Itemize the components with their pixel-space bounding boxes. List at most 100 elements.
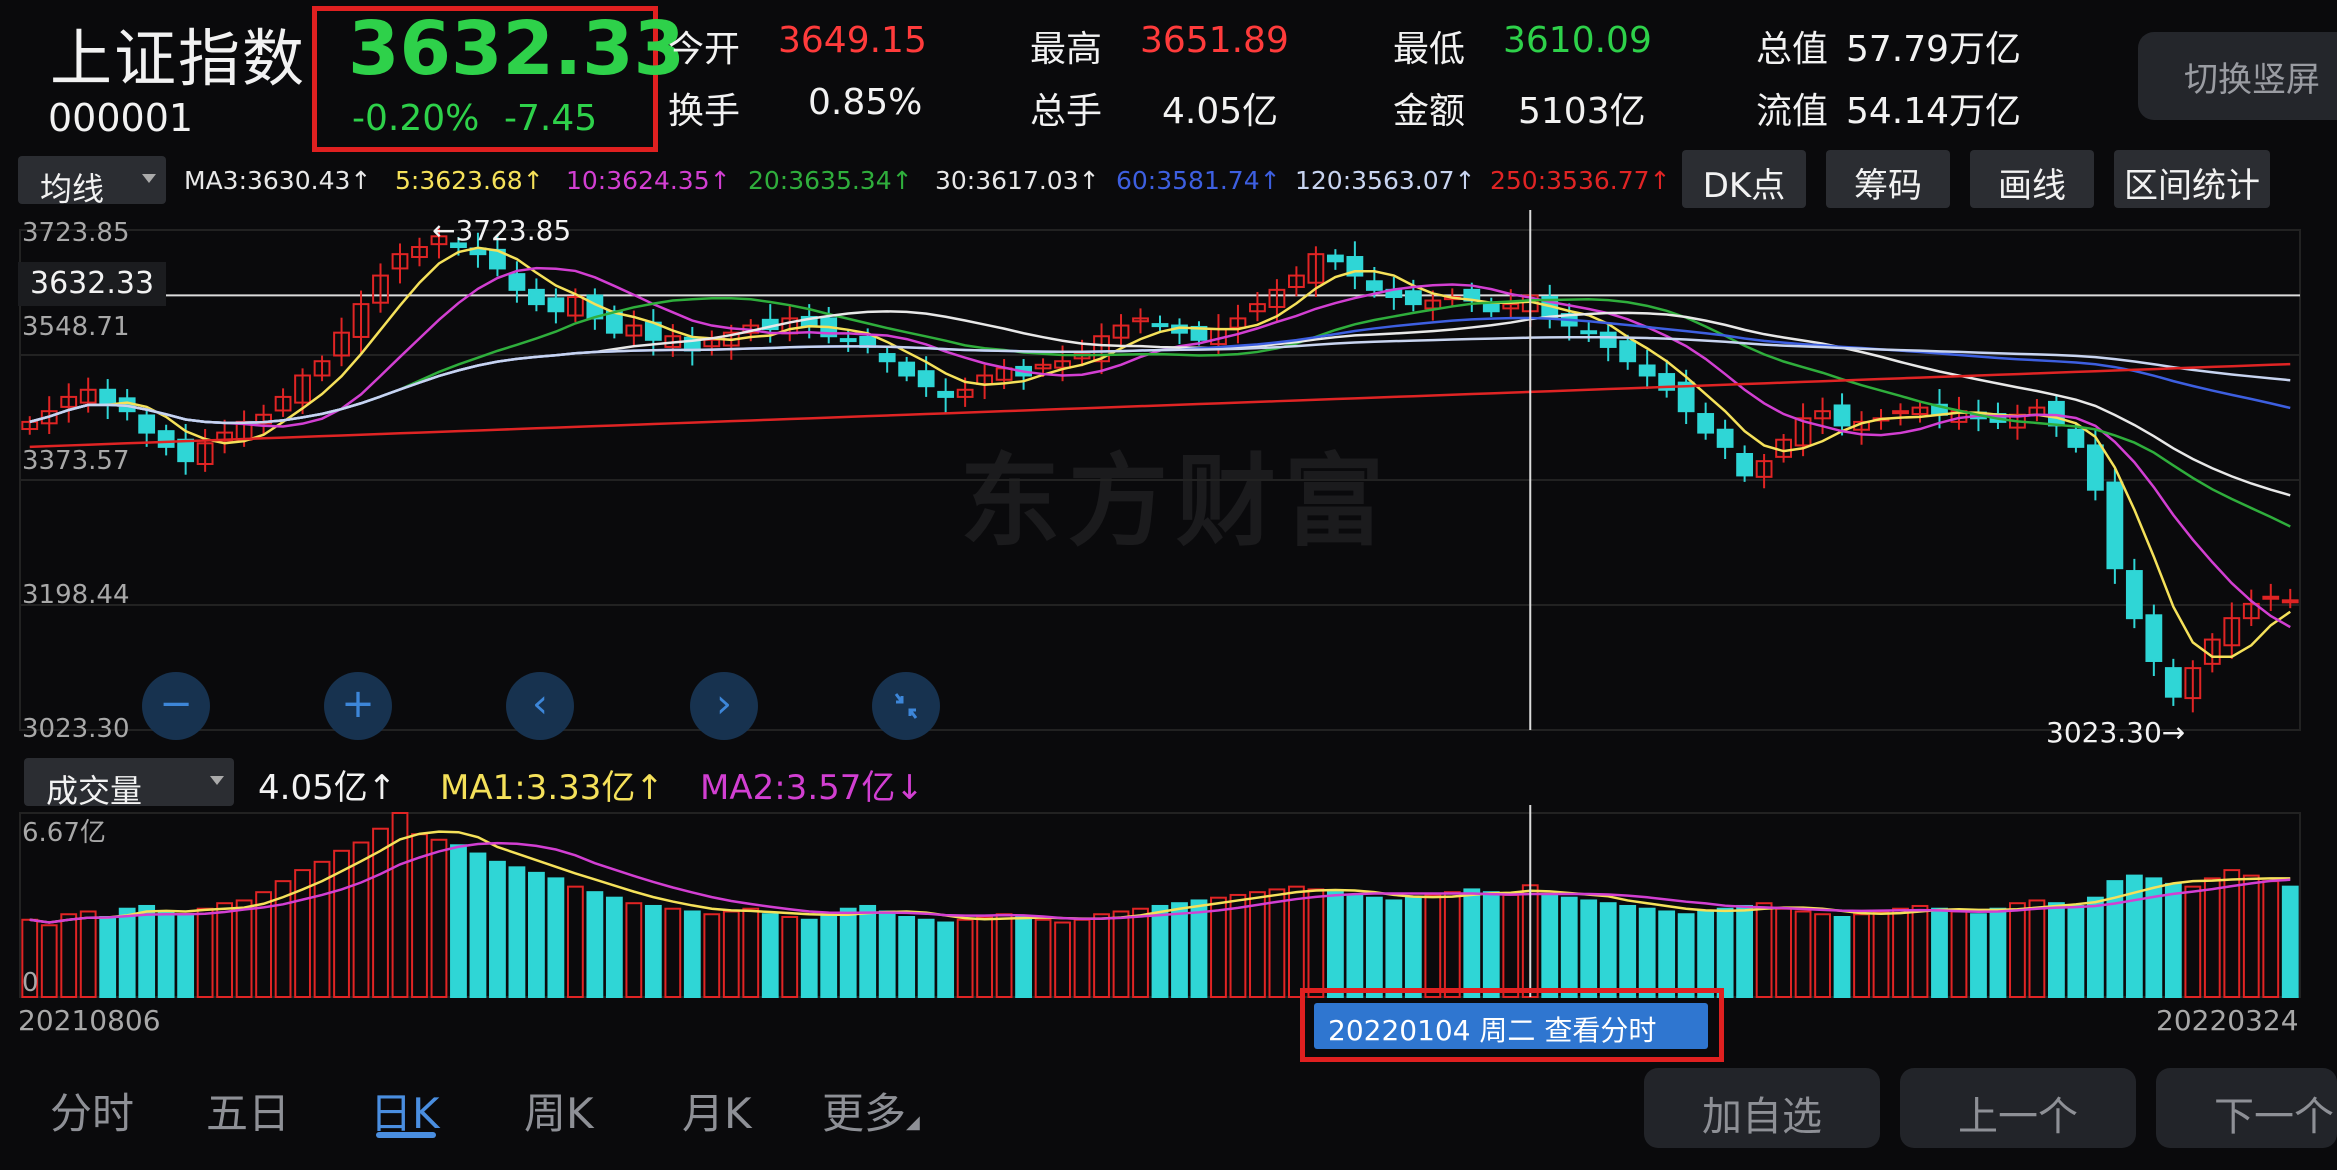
volume-bar — [1346, 893, 1364, 998]
volume-bar — [1365, 896, 1383, 998]
volume-bar — [722, 910, 740, 998]
scroll-right-button[interactable]: › — [690, 672, 758, 740]
ma-item-120: 120:3563.07↑ — [1295, 166, 1476, 195]
candle-body — [1736, 453, 1754, 477]
volume-bar — [138, 904, 156, 998]
volume-label: 总手 — [1030, 91, 1103, 132]
caret-down-icon — [142, 174, 156, 183]
switch-portrait-button[interactable]: 切换竖屏 — [2138, 32, 2337, 120]
ma-item-30: 30:3617.03↑ — [935, 166, 1100, 195]
candle-body — [1697, 413, 1715, 434]
candle-body — [878, 353, 896, 363]
volume-bar — [976, 916, 994, 998]
candle-body — [2164, 667, 2182, 698]
y-axis-label-4: 3198.44 — [22, 580, 130, 610]
candle-body — [99, 388, 117, 406]
range-stats-button[interactable]: 区间统计 — [2114, 150, 2270, 208]
volume-bar — [352, 841, 370, 998]
volume-bar — [2164, 882, 2182, 998]
volume-bar — [898, 916, 916, 998]
change-absolute: -7.45 — [504, 98, 598, 139]
volume-bar — [177, 913, 195, 998]
candle-body — [917, 370, 935, 388]
dk-point-label: DK点 — [1702, 166, 1786, 206]
total-cap-value: 57.79万亿 — [1846, 29, 2022, 70]
tab-intraday[interactable]: 分时 — [50, 1080, 134, 1141]
volume-value: 4.05亿 — [1162, 91, 1279, 132]
volume-bar — [761, 913, 779, 998]
candle-body — [2145, 614, 2163, 662]
volume-bar — [1249, 891, 1266, 998]
candle-body — [2067, 428, 2085, 448]
volume-bar — [1658, 910, 1676, 998]
volume-bar — [528, 871, 545, 998]
volume-bar — [1697, 910, 1715, 998]
volume-bar — [1132, 907, 1149, 998]
draw-line-button[interactable]: 画线 — [1970, 150, 2094, 208]
high-value: 3651.89 — [1140, 20, 1289, 61]
volume-dropdown[interactable]: 成交量 — [24, 758, 234, 810]
volume-bar — [1716, 907, 1734, 998]
view-intraday-button[interactable]: 20220104 周二 查看分时 — [1314, 1003, 1708, 1049]
volume-bar — [2086, 896, 2104, 998]
volume-bar — [547, 877, 565, 998]
volume-bar — [937, 921, 955, 998]
candle-body — [1404, 290, 1422, 306]
candle-body — [1599, 331, 1617, 348]
volume-bar — [644, 904, 662, 998]
float-cap-label: 流值 — [1756, 91, 1829, 132]
volume-bar — [2281, 885, 2299, 998]
volume-bar — [625, 902, 643, 998]
plus-icon: + — [341, 681, 375, 727]
volume-bar — [2067, 904, 2085, 998]
active-tab-indicator — [376, 1132, 436, 1138]
tab-weekly-k[interactable]: 周K — [524, 1080, 594, 1141]
volume-bar — [1268, 888, 1286, 998]
volume-bar — [839, 907, 857, 998]
zoom-in-button[interactable]: + — [324, 672, 392, 740]
volume-bar — [1288, 885, 1305, 998]
zoom-out-button[interactable]: − — [142, 672, 210, 740]
volume-bar — [1814, 913, 1831, 998]
volume-bar — [1151, 904, 1169, 998]
collapse-button[interactable] — [872, 672, 940, 740]
candle-body — [1580, 330, 1598, 335]
y-axis-label-2: 3548.71 — [22, 312, 130, 342]
open-value: 3649.15 — [778, 20, 927, 61]
x-axis-start-date: 20210806 — [18, 1004, 161, 1037]
next-button[interactable]: 下一个 — [2156, 1068, 2337, 1148]
scroll-left-button[interactable]: ‹ — [506, 672, 574, 740]
volume-bar — [1229, 893, 1247, 998]
tab-monthly-k[interactable]: 月K — [682, 1080, 752, 1141]
ma30-line — [29, 310, 2291, 497]
candle-body — [2086, 444, 2104, 491]
volume-bar — [1599, 902, 1617, 998]
volume-bar — [781, 916, 799, 998]
tab-five-day[interactable]: 五日 — [206, 1080, 290, 1141]
add-watchlist-button[interactable]: 加自选 — [1644, 1068, 1880, 1148]
ma-item-10: 10:3624.35↑ — [566, 166, 731, 195]
low-label: 最低 — [1393, 29, 1466, 70]
volume-chart[interactable] — [0, 805, 2337, 1005]
candlestick-chart[interactable] — [0, 210, 2337, 750]
dk-point-button[interactable]: DK点 — [1682, 150, 1806, 208]
volume-bar — [216, 902, 234, 998]
chips-button[interactable]: 筹码 — [1826, 150, 1950, 208]
volume-bar — [2262, 880, 2280, 998]
volume-bar — [1736, 904, 1754, 998]
x-axis-end-date: 20220324 — [2156, 1004, 2299, 1037]
volume-bar — [2184, 885, 2202, 998]
ma-item-3: MA3:3630.43↑ — [184, 166, 372, 195]
volume-bar — [1677, 913, 1695, 998]
tab-more[interactable]: 更多◢ — [822, 1080, 920, 1141]
y-axis-label-bottom: 3023.30 — [22, 714, 130, 744]
volume-bar — [1619, 904, 1637, 998]
change-percent: -0.20% — [352, 98, 480, 139]
volume-bar — [566, 885, 584, 998]
volume-bar — [1638, 907, 1656, 998]
previous-button[interactable]: 上一个 — [1900, 1068, 2136, 1148]
candle-body — [1833, 404, 1851, 427]
ma-dropdown-label: 均线 — [40, 170, 105, 208]
y-axis-label-top: 3723.85 — [22, 218, 130, 248]
ma-dropdown[interactable]: 均线 — [18, 156, 166, 208]
